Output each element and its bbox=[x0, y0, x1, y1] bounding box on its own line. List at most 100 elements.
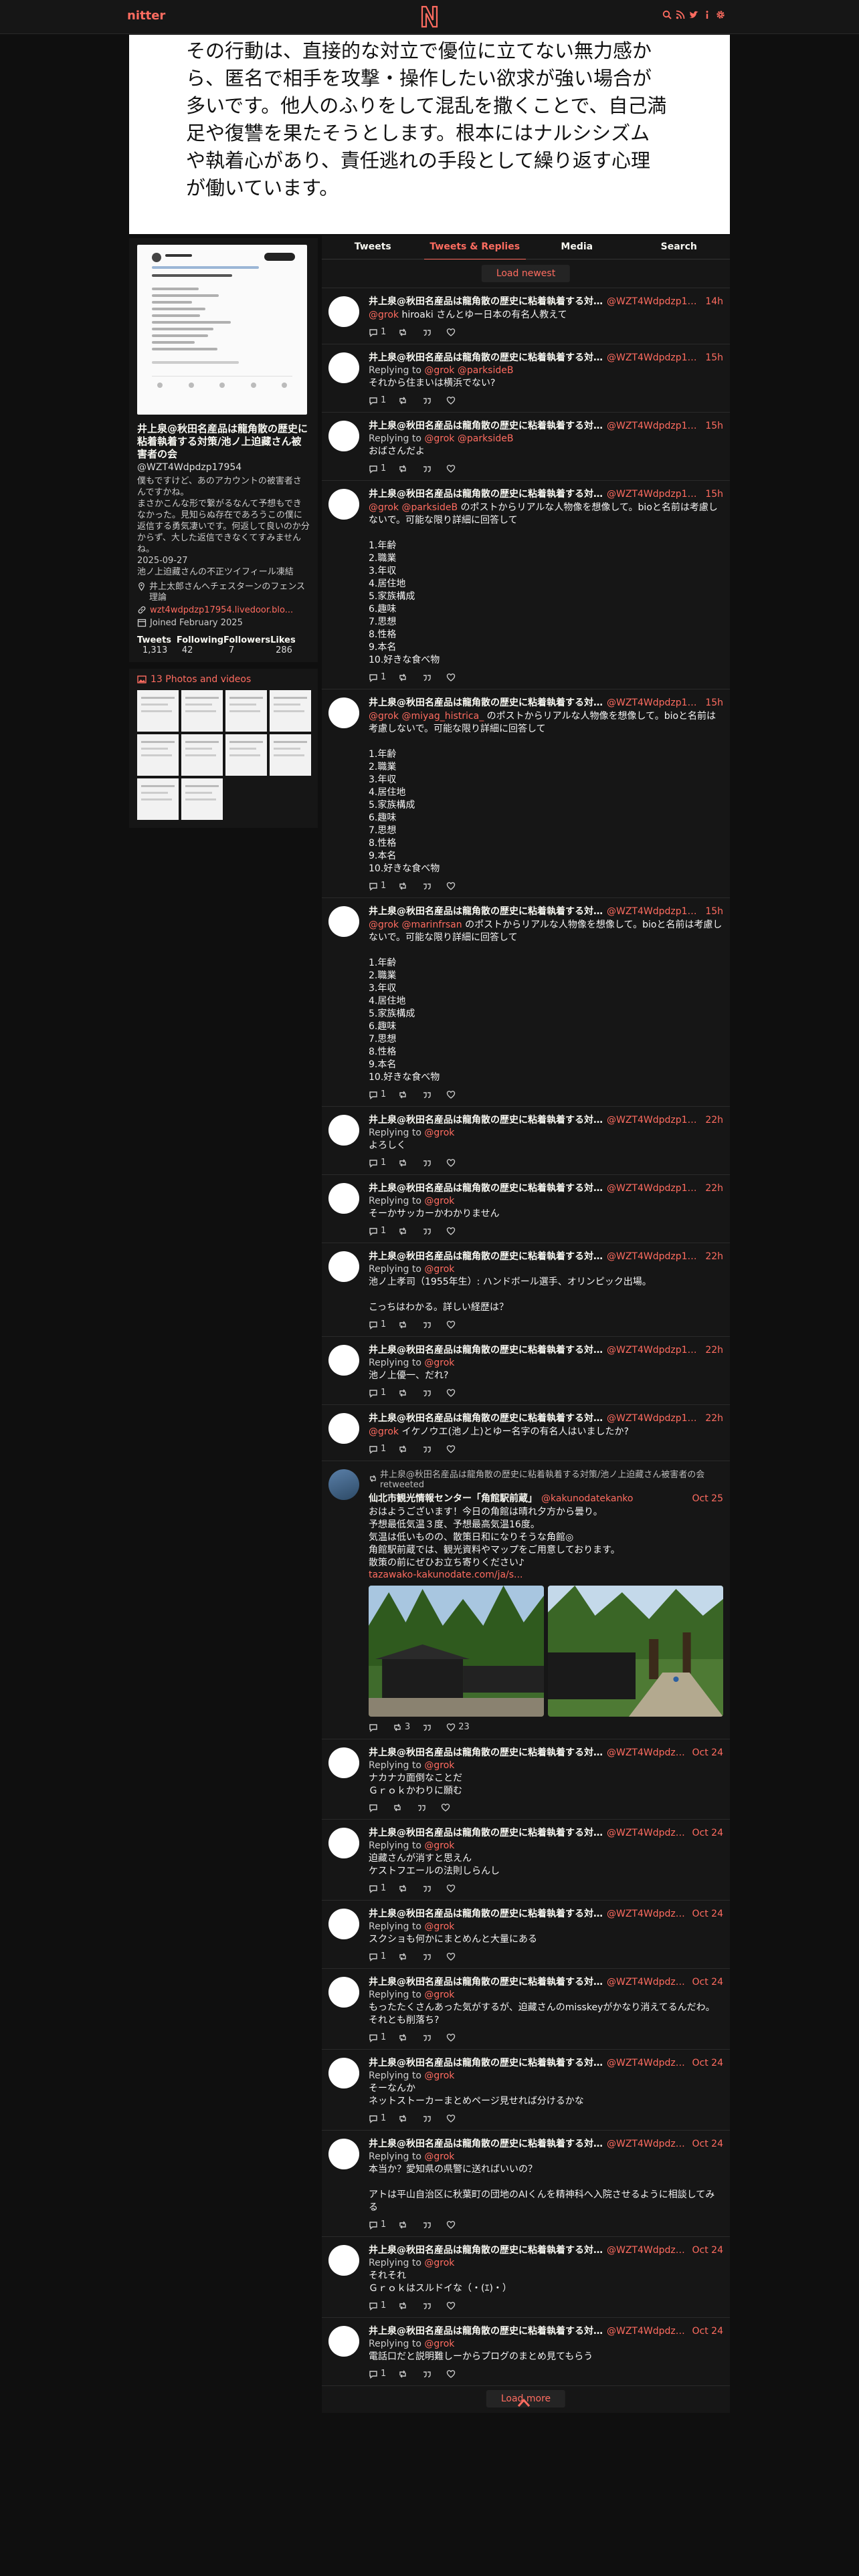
tweet-retweet-stat[interactable] bbox=[398, 1884, 410, 1893]
tweet-reply-stat[interactable]: 1 bbox=[369, 327, 386, 337]
tweet-card[interactable]: 井上泉@秋田名産品は龍角散の歴史に粘着執着する対策/池ノ上迫藏さん被害者の会 @… bbox=[322, 1404, 730, 1461]
tweet-reply-stat[interactable]: 1 bbox=[369, 1951, 386, 1961]
tab-media[interactable]: Media bbox=[526, 235, 628, 260]
tweet-quote-stat[interactable] bbox=[422, 1090, 434, 1099]
tweet-card[interactable]: 井上泉@秋田名産品は龍角散の歴史に粘着執着する対策/池ノ上迫藏さん被害者の会 @… bbox=[322, 1336, 730, 1404]
tweet-avatar[interactable] bbox=[328, 1469, 359, 1500]
photo-thumb[interactable] bbox=[137, 690, 179, 732]
tweet-avatar[interactable] bbox=[328, 1183, 359, 1214]
profile-banner[interactable]: その行動は、直接的な対立で優位に立てない無力感から、匿名で相手を攻撃・操作したい… bbox=[129, 35, 730, 234]
tweet-date[interactable]: 22h bbox=[705, 1183, 723, 1194]
tweet-retweet-stat[interactable] bbox=[398, 2033, 410, 2042]
rss-icon[interactable] bbox=[676, 10, 685, 19]
tweet-avatar[interactable] bbox=[328, 1977, 359, 2008]
tweet-author-handle[interactable]: @WZT4Wdpdzp17954 bbox=[607, 2245, 688, 2256]
stat-following-label[interactable]: Following bbox=[177, 635, 223, 645]
replying-to-mentions[interactable]: @grok @parksideB bbox=[424, 365, 513, 376]
tweet-avatar[interactable] bbox=[328, 296, 359, 327]
tweet-heart-stat[interactable] bbox=[446, 1444, 458, 1454]
tweet-author-handle[interactable]: @WZT4Wdpdzp17954 bbox=[607, 421, 701, 431]
tweet-quote-stat[interactable] bbox=[417, 1803, 429, 1812]
stat-likes-label[interactable]: Likes bbox=[270, 635, 310, 645]
tweet-date[interactable]: Oct 24 bbox=[692, 1828, 723, 1838]
tweet-author-name[interactable]: 井上泉@秋田名産品は龍角散の歴史に粘着執着する対策/池ノ上迫藏さん被害者の会 bbox=[369, 419, 603, 432]
tweet-author-name[interactable]: 井上泉@秋田名産品は龍角散の歴史に粘着執着する対策/池ノ上迫藏さん被害者の会 bbox=[369, 1826, 603, 1839]
tweet-heart-stat[interactable] bbox=[446, 1090, 458, 1099]
tweet-card[interactable]: 井上泉@秋田名産品は龍角散の歴史に粘着執着する対策/池ノ上迫藏さん被害者の会 @… bbox=[322, 2130, 730, 2236]
tweet-retweet-stat[interactable] bbox=[398, 1444, 410, 1454]
tweet-avatar[interactable] bbox=[328, 1413, 359, 1444]
tweet-quote-stat[interactable] bbox=[422, 1226, 434, 1236]
tweet-card[interactable]: 井上泉@秋田名産品は龍角散の歴史に粘着執着する対策/池ノ上迫藏さん被害者の会 @… bbox=[322, 1819, 730, 1900]
tweet-author-name[interactable]: 井上泉@秋田名産品は龍角散の歴史に粘着執着する対策/池ノ上迫藏さん被害者の会 bbox=[369, 695, 603, 709]
tweet-reply-stat[interactable]: 1 bbox=[369, 1089, 386, 1099]
tweet-quote-stat[interactable] bbox=[422, 2369, 434, 2379]
tab-tweets-replies[interactable]: Tweets & Replies bbox=[423, 235, 526, 260]
tweet-author-name[interactable]: 仙北市観光情報センター「角館駅前蔵」 bbox=[369, 1491, 537, 1505]
tweet-avatar[interactable] bbox=[328, 352, 359, 383]
stat-tweets-label[interactable]: Tweets bbox=[137, 635, 177, 645]
tweet-heart-stat[interactable] bbox=[446, 2301, 458, 2311]
tweet-quote-stat[interactable] bbox=[422, 328, 434, 337]
tweet-author-handle[interactable]: @kakunodatekanko bbox=[541, 1493, 633, 1504]
tweet-retweet-stat[interactable] bbox=[398, 2369, 410, 2379]
tweet-author-name[interactable]: 井上泉@秋田名産品は龍角散の歴史に粘着執着する対策/池ノ上迫藏さん被害者の会 bbox=[369, 2324, 603, 2337]
tweet-avatar[interactable] bbox=[328, 906, 359, 937]
tweet-author-handle[interactable]: @WZT4Wdpdzp17954 bbox=[607, 2326, 688, 2337]
tweet-card[interactable]: 井上泉@秋田名産品は龍角散の歴史に粘着執着する対策/池ノ上迫藏さん被害者の会 @… bbox=[322, 2049, 730, 2130]
tweet-heart-stat[interactable] bbox=[441, 1803, 453, 1812]
tweet-author-name[interactable]: 井上泉@秋田名産品は龍角散の歴史に粘着執着する対策/池ノ上迫藏さん被害者の会 bbox=[369, 1249, 603, 1263]
replying-to-mentions[interactable]: @grok bbox=[424, 1840, 454, 1851]
tweet-quote-stat[interactable] bbox=[422, 1158, 434, 1168]
replying-to-mentions[interactable]: @grok bbox=[424, 2258, 454, 2268]
tweet-heart-stat[interactable] bbox=[446, 2033, 458, 2042]
tweet-quote-stat[interactable] bbox=[422, 1884, 434, 1893]
replying-to-mentions[interactable]: @grok bbox=[424, 1990, 454, 2000]
photo-thumb[interactable] bbox=[137, 778, 179, 820]
tweet-date[interactable]: 22h bbox=[705, 1345, 723, 1356]
info-icon[interactable] bbox=[702, 10, 712, 19]
replying-to-mentions[interactable]: @grok bbox=[424, 1760, 454, 1771]
tweet-author-handle[interactable]: @WZT4Wdpdzp17954 bbox=[607, 1828, 688, 1838]
tweet-quote-stat[interactable] bbox=[422, 2301, 434, 2311]
replying-to-mentions[interactable]: @grok bbox=[424, 1128, 454, 1138]
replying-to-mentions[interactable]: @grok bbox=[424, 2070, 454, 2081]
tweet-card[interactable]: 井上泉@秋田名産品は龍角散の歴史に粘着執着する対策/池ノ上迫藏さん被害者の会 @… bbox=[322, 1106, 730, 1174]
tweet-quote-stat[interactable] bbox=[422, 1444, 434, 1454]
tweet-author-handle[interactable]: @WZT4Wdpdzp17954 bbox=[607, 296, 701, 307]
tweet-quote-stat[interactable] bbox=[422, 673, 434, 682]
photo-thumb[interactable] bbox=[270, 734, 311, 776]
photo-rail-header[interactable]: 13 Photos and videos bbox=[137, 674, 310, 685]
tweet-retweet-stat[interactable] bbox=[398, 1388, 410, 1398]
replying-to-mentions[interactable]: @grok bbox=[424, 1921, 454, 1932]
tweet-date[interactable]: 15h bbox=[705, 906, 723, 917]
tweet-heart-stat[interactable] bbox=[446, 2369, 458, 2379]
tweet-card[interactable]: 井上泉@秋田名産品は龍角散の歴史に粘着執着する対策/池ノ上迫藏さん被害者の会 @… bbox=[322, 2317, 730, 2385]
profile-website[interactable]: wzt4wdpdzp17954.livedoor.blo... bbox=[137, 605, 310, 616]
tweet-card[interactable]: 井上泉@秋田名産品は龍角散の歴史に粘着執着する対策/池ノ上迫藏さん被害者の会 @… bbox=[322, 1174, 730, 1243]
photo-thumb[interactable] bbox=[181, 690, 223, 732]
tweet-avatar[interactable] bbox=[328, 421, 359, 451]
tweet-date[interactable]: 15h bbox=[705, 421, 723, 431]
tweet-date[interactable]: Oct 24 bbox=[692, 2139, 723, 2149]
tweet-photo[interactable] bbox=[369, 1586, 544, 1717]
tweet-card[interactable]: 井上泉@秋田名産品は龍角散の歴史に粘着執着する対策/池ノ上迫藏さん被害者の会 @… bbox=[322, 2236, 730, 2317]
photo-thumb[interactable] bbox=[270, 690, 311, 732]
tweet-reply-stat[interactable]: 1 bbox=[369, 2369, 386, 2379]
tweet-heart-stat[interactable] bbox=[446, 673, 458, 682]
tweet-author-handle[interactable]: @WZT4Wdpdzp17954 bbox=[607, 1251, 701, 1262]
tweet-quote-stat[interactable] bbox=[422, 2114, 434, 2123]
tweet-author-handle[interactable]: @WZT4Wdpdzp17954 bbox=[607, 1977, 688, 1988]
photo-thumb[interactable] bbox=[181, 778, 223, 820]
tweet-quote-stat[interactable] bbox=[422, 1320, 434, 1329]
tweet-author-name[interactable]: 井上泉@秋田名産品は龍角散の歴史に粘着執着する対策/池ノ上迫藏さん被害者の会 bbox=[369, 294, 603, 308]
tweet-author-name[interactable]: 井上泉@秋田名産品は龍角散の歴史に粘着執着する対策/池ノ上迫藏さん被害者の会 bbox=[369, 2056, 603, 2069]
tweet-avatar[interactable] bbox=[328, 1828, 359, 1858]
tab-search[interactable]: Search bbox=[628, 235, 731, 260]
tweet-date[interactable]: 15h bbox=[705, 352, 723, 363]
tweet-date[interactable]: Oct 24 bbox=[692, 2058, 723, 2068]
tweet-retweet-stat[interactable] bbox=[398, 328, 410, 337]
tweet-mention[interactable]: @grok @miyag_histrica_ bbox=[369, 711, 484, 722]
tweet-reply-stat[interactable]: 1 bbox=[369, 2300, 386, 2311]
tweet-author-name[interactable]: 井上泉@秋田名産品は龍角散の歴史に粘着執着する対策/池ノ上迫藏さん被害者の会 bbox=[369, 904, 603, 918]
